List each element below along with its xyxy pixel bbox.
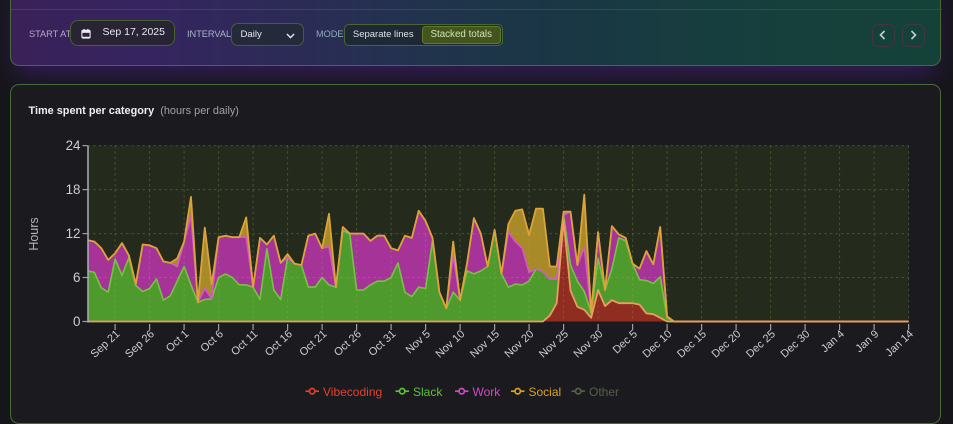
svg-text:Jan 14: Jan 14 [883,328,915,359]
svg-text:Oct 21: Oct 21 [297,328,329,359]
svg-text:Sep 21: Sep 21 [89,328,123,360]
svg-text:Oct 26: Oct 26 [332,328,364,359]
svg-text:Nov 10: Nov 10 [434,328,468,360]
svg-text:Nov 5: Nov 5 [404,328,433,356]
svg-text:Dec 15: Dec 15 [675,328,709,360]
svg-text:Jan 4: Jan 4 [819,328,847,355]
svg-text:Dec 10: Dec 10 [641,328,675,360]
svg-text:Nov 30: Nov 30 [572,328,606,360]
svg-text:Social: Social [529,385,562,399]
svg-text:Nov 15: Nov 15 [468,328,502,360]
svg-text:24: 24 [66,138,81,153]
svg-text:Vibecoding: Vibecoding [323,385,382,399]
svg-text:Other: Other [589,385,619,399]
svg-text:Oct 11: Oct 11 [229,328,260,358]
svg-text:Dec 20: Dec 20 [710,328,744,360]
svg-text:0: 0 [73,314,80,329]
svg-text:Dec 25: Dec 25 [744,328,778,360]
svg-text:Oct 16: Oct 16 [263,328,295,359]
svg-text:6: 6 [73,270,80,285]
svg-text:18: 18 [66,182,81,197]
svg-text:Nov 20: Nov 20 [503,328,537,360]
svg-text:Dec 30: Dec 30 [779,328,813,360]
svg-text:Hours: Hours [27,217,41,250]
svg-text:Dec 5: Dec 5 [611,328,640,356]
svg-text:Nov 25: Nov 25 [537,328,571,360]
svg-text:Oct 6: Oct 6 [198,328,225,355]
svg-text:12: 12 [66,226,81,241]
svg-text:Work: Work [473,385,502,399]
svg-text:Oct 1: Oct 1 [164,328,191,355]
svg-text:Jan 9: Jan 9 [853,328,881,355]
svg-text:Slack: Slack [413,385,443,399]
svg-text:Oct 31: Oct 31 [366,328,398,359]
svg-text:Sep 26: Sep 26 [123,328,157,360]
